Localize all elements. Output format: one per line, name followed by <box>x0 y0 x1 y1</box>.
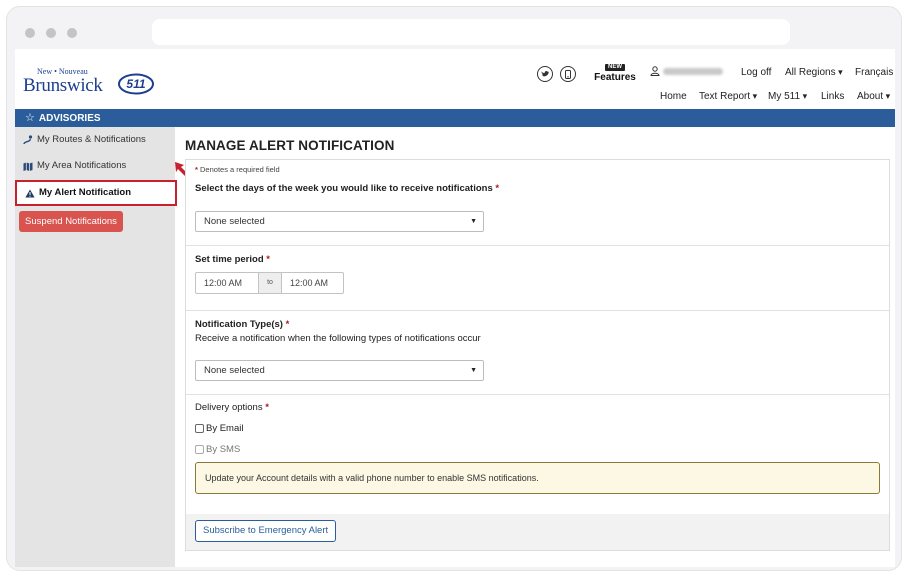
logoff-link[interactable]: Log off <box>741 67 771 78</box>
window-controls <box>25 28 77 38</box>
sidebar: My Routes & Notifications My Area Notifi… <box>15 127 177 567</box>
regions-dropdown[interactable]: All Regions <box>785 67 843 78</box>
advisories-bar[interactable]: ☆ ADVISORIES <box>15 109 895 127</box>
close-window-dot[interactable] <box>25 28 35 38</box>
advisories-label: ADVISORIES <box>38 113 101 124</box>
browser-window: New • Nouveau Brunswick 511 NEW Features… <box>6 6 902 571</box>
sms-warning-alert: Update your Account details with a valid… <box>195 462 880 494</box>
sidebar-item-my-area[interactable]: My Area Notifications <box>15 153 175 179</box>
email-checkbox[interactable]: By Email <box>195 423 243 434</box>
route-icon <box>23 135 33 145</box>
sms-checkbox: By SMS <box>195 444 240 455</box>
days-select[interactable]: None selected ▼ <box>195 211 484 232</box>
minimize-window-dot[interactable] <box>46 28 56 38</box>
account-username-redacted[interactable] <box>663 68 723 75</box>
sms-checkbox-label: By SMS <box>206 444 241 455</box>
mobile-app-icon[interactable] <box>560 66 576 82</box>
sidebar-item-my-alert[interactable]: My Alert Notification <box>15 180 177 206</box>
nav-text-report[interactable]: Text Report <box>699 91 757 102</box>
logo-wordmark: Brunswick <box>23 75 103 96</box>
time-from-input[interactable]: 12:00 AM <box>195 272 259 294</box>
logo-511-icon: 511 <box>118 73 154 95</box>
warning-icon <box>25 188 35 198</box>
types-label: Notification Type(s) * <box>195 319 290 330</box>
delivery-label: Delivery options * <box>195 402 269 413</box>
features-label: Features <box>594 72 636 83</box>
time-label: Set time period * <box>195 254 270 265</box>
required-field-note: * Denotes a required field <box>195 165 280 174</box>
form-footer: Subscribe to Emergency Alert <box>186 514 889 550</box>
nav-about[interactable]: About <box>857 91 890 102</box>
sidebar-item-my-routes[interactable]: My Routes & Notifications <box>15 127 175 153</box>
chevron-down-icon: ▼ <box>470 218 477 225</box>
star-icon: ☆ <box>25 112 35 124</box>
nav-home[interactable]: Home <box>660 91 687 102</box>
days-section: * Denotes a required field Select the da… <box>186 160 889 246</box>
sidebar-item-label: My Alert Notification <box>39 187 132 198</box>
language-link[interactable]: Français <box>855 67 893 78</box>
new-badge: NEW <box>605 64 625 71</box>
logo-badge-text: 511 <box>126 77 145 91</box>
nav-my511[interactable]: My 511 <box>768 91 807 102</box>
address-bar[interactable] <box>152 19 790 45</box>
types-section: Notification Type(s) * Receive a notific… <box>186 311 889 395</box>
email-checkbox-box[interactable] <box>195 424 204 433</box>
user-icon <box>650 66 660 76</box>
delivery-section: Delivery options * By Email By SMS Updat… <box>186 395 889 514</box>
time-to-input[interactable]: 12:00 AM <box>281 272 344 294</box>
sms-checkbox-box <box>195 445 204 454</box>
alert-form-panel: * Denotes a required field Select the da… <box>185 159 890 551</box>
email-checkbox-label: By Email <box>206 423 244 434</box>
sidebar-item-label: My Routes & Notifications <box>37 134 146 145</box>
twitter-icon[interactable] <box>537 66 553 82</box>
subscribe-emergency-alert-button[interactable]: Subscribe to Emergency Alert <box>195 520 337 542</box>
sidebar-item-label: My Area Notifications <box>37 160 127 171</box>
chevron-down-icon: ▼ <box>470 367 477 374</box>
page-title: MANAGE ALERT NOTIFICATION <box>185 138 395 153</box>
map-icon <box>23 161 33 171</box>
nav-links[interactable]: Links <box>821 91 844 102</box>
types-help-text: Receive a notification when the followin… <box>195 333 481 344</box>
time-section: Set time period * 12:00 AM to 12:00 AM <box>186 246 889 311</box>
nb511-logo[interactable]: New • Nouveau Brunswick 511 <box>23 63 154 99</box>
maximize-window-dot[interactable] <box>67 28 77 38</box>
time-to-separator: to <box>259 272 281 294</box>
page-viewport: New • Nouveau Brunswick 511 NEW Features… <box>15 49 895 567</box>
types-select[interactable]: None selected ▼ <box>195 360 484 381</box>
features-link[interactable]: NEW Features <box>594 59 636 83</box>
suspend-notifications-button[interactable]: Suspend Notifications <box>19 211 123 232</box>
days-label: Select the days of the week you would li… <box>195 183 500 194</box>
